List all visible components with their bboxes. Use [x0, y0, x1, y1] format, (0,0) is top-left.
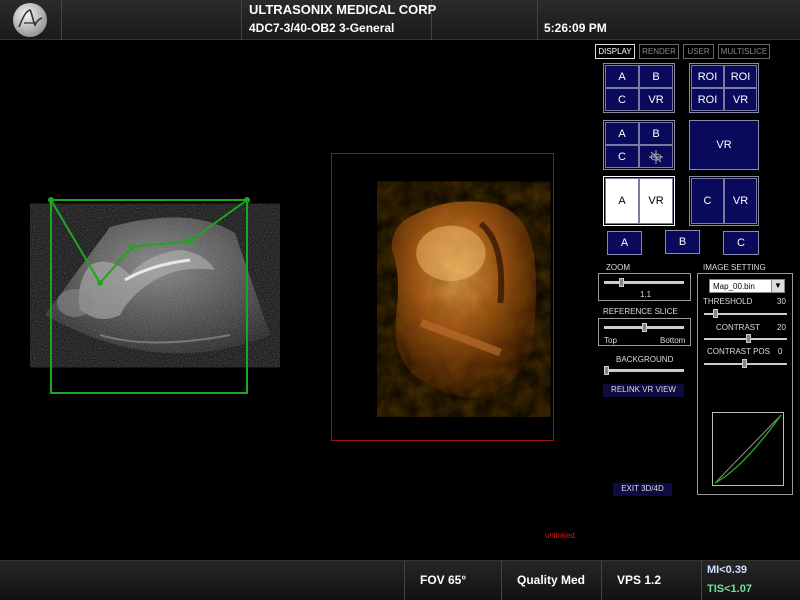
- layout-cell-c: C: [605, 145, 639, 168]
- layout-cell-a: A: [605, 65, 639, 88]
- exit-3d4d-button[interactable]: EXIT 3D/4D: [613, 483, 672, 496]
- layout-cell-b: B: [639, 65, 673, 88]
- layout-cell-roi: ROI: [691, 88, 724, 111]
- background-label: BACKGROUND: [616, 355, 674, 364]
- layout-single-vr-button[interactable]: VR: [689, 120, 759, 170]
- top-header-bar: ULTRASONIX MEDICAL CORP 4DC7-3/40-OB2 3-…: [0, 0, 800, 40]
- header-spacer-cell: [62, 0, 242, 40]
- layout-cell-c: C: [605, 88, 639, 111]
- layout-cell-b: B: [639, 122, 673, 145]
- fov-readout[interactable]: FOV 65°: [420, 573, 466, 587]
- layout-cell-vr: VR: [724, 178, 757, 224]
- bottom-status-bar: [0, 560, 800, 600]
- layout-dual-c-vr-button[interactable]: C VR: [689, 176, 759, 226]
- background-slider-thumb[interactable]: [604, 366, 609, 375]
- zoom-slider-thumb[interactable]: [619, 278, 624, 287]
- map-select-value: Map_00.bin: [713, 282, 755, 291]
- probe-preset: 4DC7-3/40-OB2 3-General: [249, 21, 395, 35]
- layout-cell-c: C: [691, 178, 724, 224]
- unlinked-status-text: unlinked: [545, 531, 575, 540]
- header-blank-cell: [432, 0, 538, 40]
- contrast-slider-thumb[interactable]: [746, 334, 751, 343]
- layout-single-c-button[interactable]: C: [723, 231, 759, 255]
- contrast-label: CONTRAST: [716, 323, 760, 332]
- contrast-pos-label: CONTRAST POS: [707, 347, 770, 356]
- tab-multislice[interactable]: MULTISLICE: [718, 44, 770, 59]
- contrast-pos-value: 0: [778, 347, 783, 356]
- threshold-value: 30: [777, 297, 786, 306]
- layout-single-b-button[interactable]: B: [665, 230, 700, 254]
- map-select[interactable]: Map_00.bin ▼: [709, 279, 785, 293]
- reference-top-label: Top: [604, 336, 617, 345]
- tab-display[interactable]: DISPLAY: [595, 44, 635, 59]
- clock-time: 5:26:09 PM: [544, 21, 607, 35]
- layout-cell-vr: VR: [639, 178, 673, 224]
- logo-cell: [0, 0, 62, 40]
- background-slider-track[interactable]: [604, 369, 684, 372]
- zoom-slider-track[interactable]: [604, 281, 684, 284]
- threshold-slider-thumb[interactable]: [713, 309, 718, 318]
- layout-cell-roi: ROI: [691, 65, 724, 88]
- layout-cell-roi: ROI: [724, 65, 757, 88]
- ultrasonix-logo-icon: [13, 3, 47, 37]
- zoom-label: ZOOM: [606, 263, 630, 272]
- zoom-value: 1.1: [640, 290, 652, 299]
- contrast-value: 20: [777, 323, 786, 332]
- threshold-label: THRESHOLD: [703, 297, 753, 306]
- layout-dual-a-vr-button[interactable]: A VR: [603, 176, 675, 226]
- tab-user[interactable]: USER: [683, 44, 714, 59]
- tab-render[interactable]: RENDER: [639, 44, 679, 59]
- mi-readout: MI<0.39: [707, 564, 748, 576]
- layout-cell-vr: VR: [724, 88, 757, 111]
- footer-blank-cell: [0, 561, 405, 600]
- layout-quad-roi-button[interactable]: ROI ROI ROI VR: [689, 63, 759, 113]
- layout-cell-a: A: [605, 178, 639, 224]
- layout-single-a-button[interactable]: A: [607, 231, 642, 255]
- triplanar-icon: [639, 145, 673, 168]
- reference-slice-label: REFERENCE SLICE: [603, 307, 678, 316]
- layout-quad-abc-vr-button[interactable]: A B C VR: [603, 63, 675, 113]
- layout-quad-abc-triplanar-button[interactable]: A B C: [603, 120, 675, 170]
- bmode-ultrasound-view[interactable]: [30, 185, 280, 400]
- tis-readout: TIS<1.07: [707, 583, 752, 595]
- contrast-pos-slider-thumb[interactable]: [742, 359, 747, 368]
- reference-slice-thumb[interactable]: [641, 323, 647, 332]
- image-setting-title: IMAGE SETTING: [703, 263, 766, 272]
- vr-render-frame[interactable]: [331, 153, 554, 441]
- layout-cell-vr: VR: [639, 88, 673, 111]
- contrast-curve-graph: [712, 412, 784, 486]
- vps-readout[interactable]: VPS 1.2: [617, 573, 661, 587]
- fetal-3d-render: [391, 201, 536, 398]
- chevron-down-icon[interactable]: ▼: [771, 280, 784, 292]
- company-name: ULTRASONIX MEDICAL CORP: [249, 2, 437, 17]
- reference-bottom-label: Bottom: [660, 336, 686, 345]
- relink-vr-view-button[interactable]: RELINK VR VIEW: [603, 384, 684, 397]
- layout-cell-a: A: [605, 122, 639, 145]
- quality-readout[interactable]: Quality Med: [517, 573, 585, 587]
